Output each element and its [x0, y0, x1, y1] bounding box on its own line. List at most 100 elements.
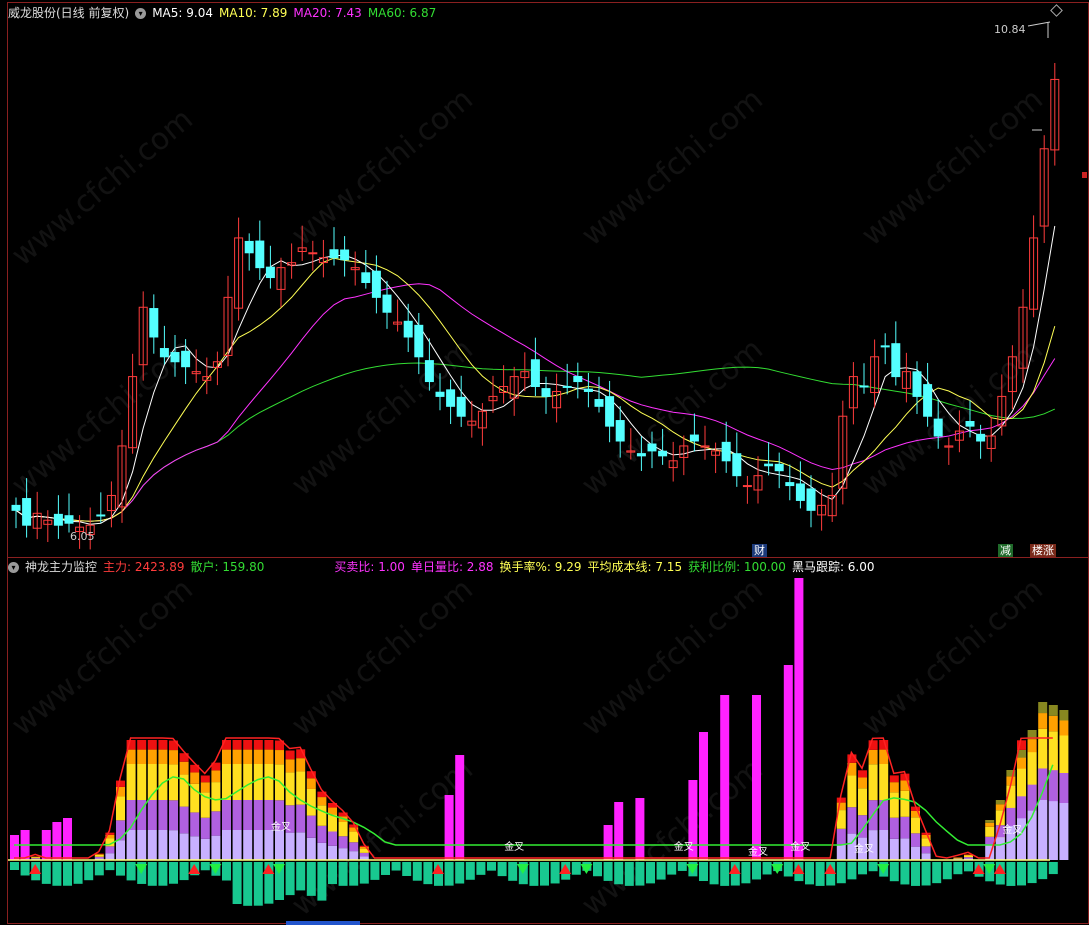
candle-body — [170, 352, 180, 363]
stacked-bar-segment — [116, 840, 125, 860]
high-marker-arrow — [1027, 21, 1051, 27]
stacked-bar-segment — [253, 740, 263, 750]
stacked-bar-segment — [285, 832, 295, 860]
stacked-bar-segment — [31, 857, 41, 859]
volume-spike-bar — [720, 695, 730, 860]
sanhu-bar — [444, 862, 454, 886]
stacked-bar-segment — [158, 800, 168, 830]
sanhu-bar — [179, 862, 189, 881]
stacked-bar-segment — [253, 749, 263, 764]
candle-body — [795, 483, 805, 501]
candle-body — [22, 498, 32, 526]
volume-spike-bar — [444, 795, 454, 860]
candle-body — [562, 385, 572, 388]
sanhu-bar — [370, 862, 380, 880]
stacked-bar-segment — [137, 830, 147, 860]
stacked-bar-segment — [911, 817, 920, 834]
stacked-bar-segment — [1027, 784, 1037, 811]
stacked-bar-segment — [1017, 796, 1026, 819]
stacked-bar-segment — [338, 848, 348, 860]
stacked-bar-segment — [158, 830, 168, 860]
stacked-bar-segment — [1048, 731, 1058, 771]
volume-spike-bar — [614, 802, 624, 860]
sanhu-bar — [169, 862, 178, 884]
stacked-bar-segment — [169, 764, 178, 801]
stacked-bar-segment — [1038, 728, 1048, 769]
sanhu-bar — [942, 862, 952, 880]
indicator-title: 神龙主力监控 — [25, 560, 98, 574]
volume-spike-bar — [635, 798, 645, 860]
stacked-bar-segment — [275, 830, 284, 860]
stacked-bar-segment — [964, 855, 973, 858]
jian-badge[interactable]: 减 — [998, 544, 1013, 557]
stacked-bar-segment — [243, 830, 253, 860]
candle-body — [456, 396, 466, 417]
stacked-bar-segment — [116, 796, 125, 821]
stacked-bar-segment — [868, 749, 878, 765]
stacked-bar-segment — [1038, 702, 1048, 714]
candle-body — [923, 384, 933, 417]
stacked-bar-segment — [985, 822, 995, 827]
stacked-bar-segment — [921, 853, 931, 860]
stacked-bar-segment — [1027, 739, 1037, 753]
sanhu-bar — [836, 862, 846, 884]
sanhu-bar — [921, 862, 931, 886]
stacked-bar-segment — [190, 836, 200, 860]
sanhu-bar — [465, 862, 475, 880]
golden-cross-label: 金叉 — [504, 840, 524, 853]
stacked-bar-segment — [836, 797, 846, 803]
candle-body — [371, 270, 381, 298]
sanhu-bar — [391, 862, 401, 871]
stacked-bar-segment — [847, 775, 857, 808]
sanhu-bar — [752, 862, 761, 880]
danri-label: 单日量比: 2.88 — [410, 560, 494, 574]
sanhu-bar — [932, 862, 942, 884]
candle-body — [403, 320, 413, 338]
louzhang-badge[interactable]: 楼涨 — [1030, 544, 1056, 557]
volume-spike-bar — [603, 825, 613, 860]
sanhu-bar — [296, 862, 306, 891]
stacked-bar-segment — [147, 830, 157, 860]
sanhu-bar — [847, 862, 857, 880]
stacked-bar-segment — [879, 764, 889, 800]
sanhu-bar — [52, 862, 62, 886]
candle-body — [732, 453, 742, 477]
sanhu-bar — [1017, 862, 1026, 886]
stacked-bar-segment — [1059, 735, 1069, 773]
cai-badge[interactable]: 财 — [752, 544, 767, 557]
sanhu-bar — [1048, 862, 1058, 875]
stacked-bar-segment — [179, 761, 189, 775]
candle-body — [96, 514, 106, 517]
stacked-bar-segment — [328, 845, 337, 860]
stacked-bar-segment — [94, 854, 104, 857]
scroll-marker-icon[interactable] — [1082, 172, 1087, 178]
stacked-bar-segment — [328, 831, 337, 846]
stacked-bar-segment — [211, 782, 221, 812]
candle-body — [541, 388, 551, 397]
stacked-bar-segment — [1027, 752, 1037, 785]
stacked-bar-segment — [1048, 770, 1058, 802]
stacked-bar-segment — [985, 820, 995, 823]
sanhu-bar — [900, 862, 910, 885]
candle-body — [774, 463, 784, 472]
golden-cross-label: 金叉 — [854, 842, 874, 855]
sanhu-bar — [455, 862, 465, 884]
pingjun-label: 平均成本线: 7.15 — [587, 560, 683, 574]
sanhu-bar — [381, 862, 390, 875]
stacked-bar-segment — [200, 775, 210, 783]
collapse-icon[interactable]: ▾ — [8, 562, 19, 573]
stacked-bar-segment — [1017, 757, 1026, 769]
sanhu-bar — [105, 862, 115, 871]
stacked-bar-segment — [264, 830, 274, 860]
collapse-icon[interactable]: ▾ — [135, 8, 147, 19]
candle-body — [149, 308, 159, 338]
stacked-bar-segment — [179, 806, 189, 834]
sanhu-bar — [603, 862, 613, 881]
ma60-label: MA60: 6.87 — [367, 6, 437, 20]
candle-body — [361, 272, 371, 283]
sanhu-bar — [412, 862, 422, 881]
sanhu-bar — [359, 862, 369, 884]
sanhu-bar — [147, 862, 157, 886]
candle-body — [424, 360, 434, 383]
stacked-bar-segment — [169, 800, 178, 831]
